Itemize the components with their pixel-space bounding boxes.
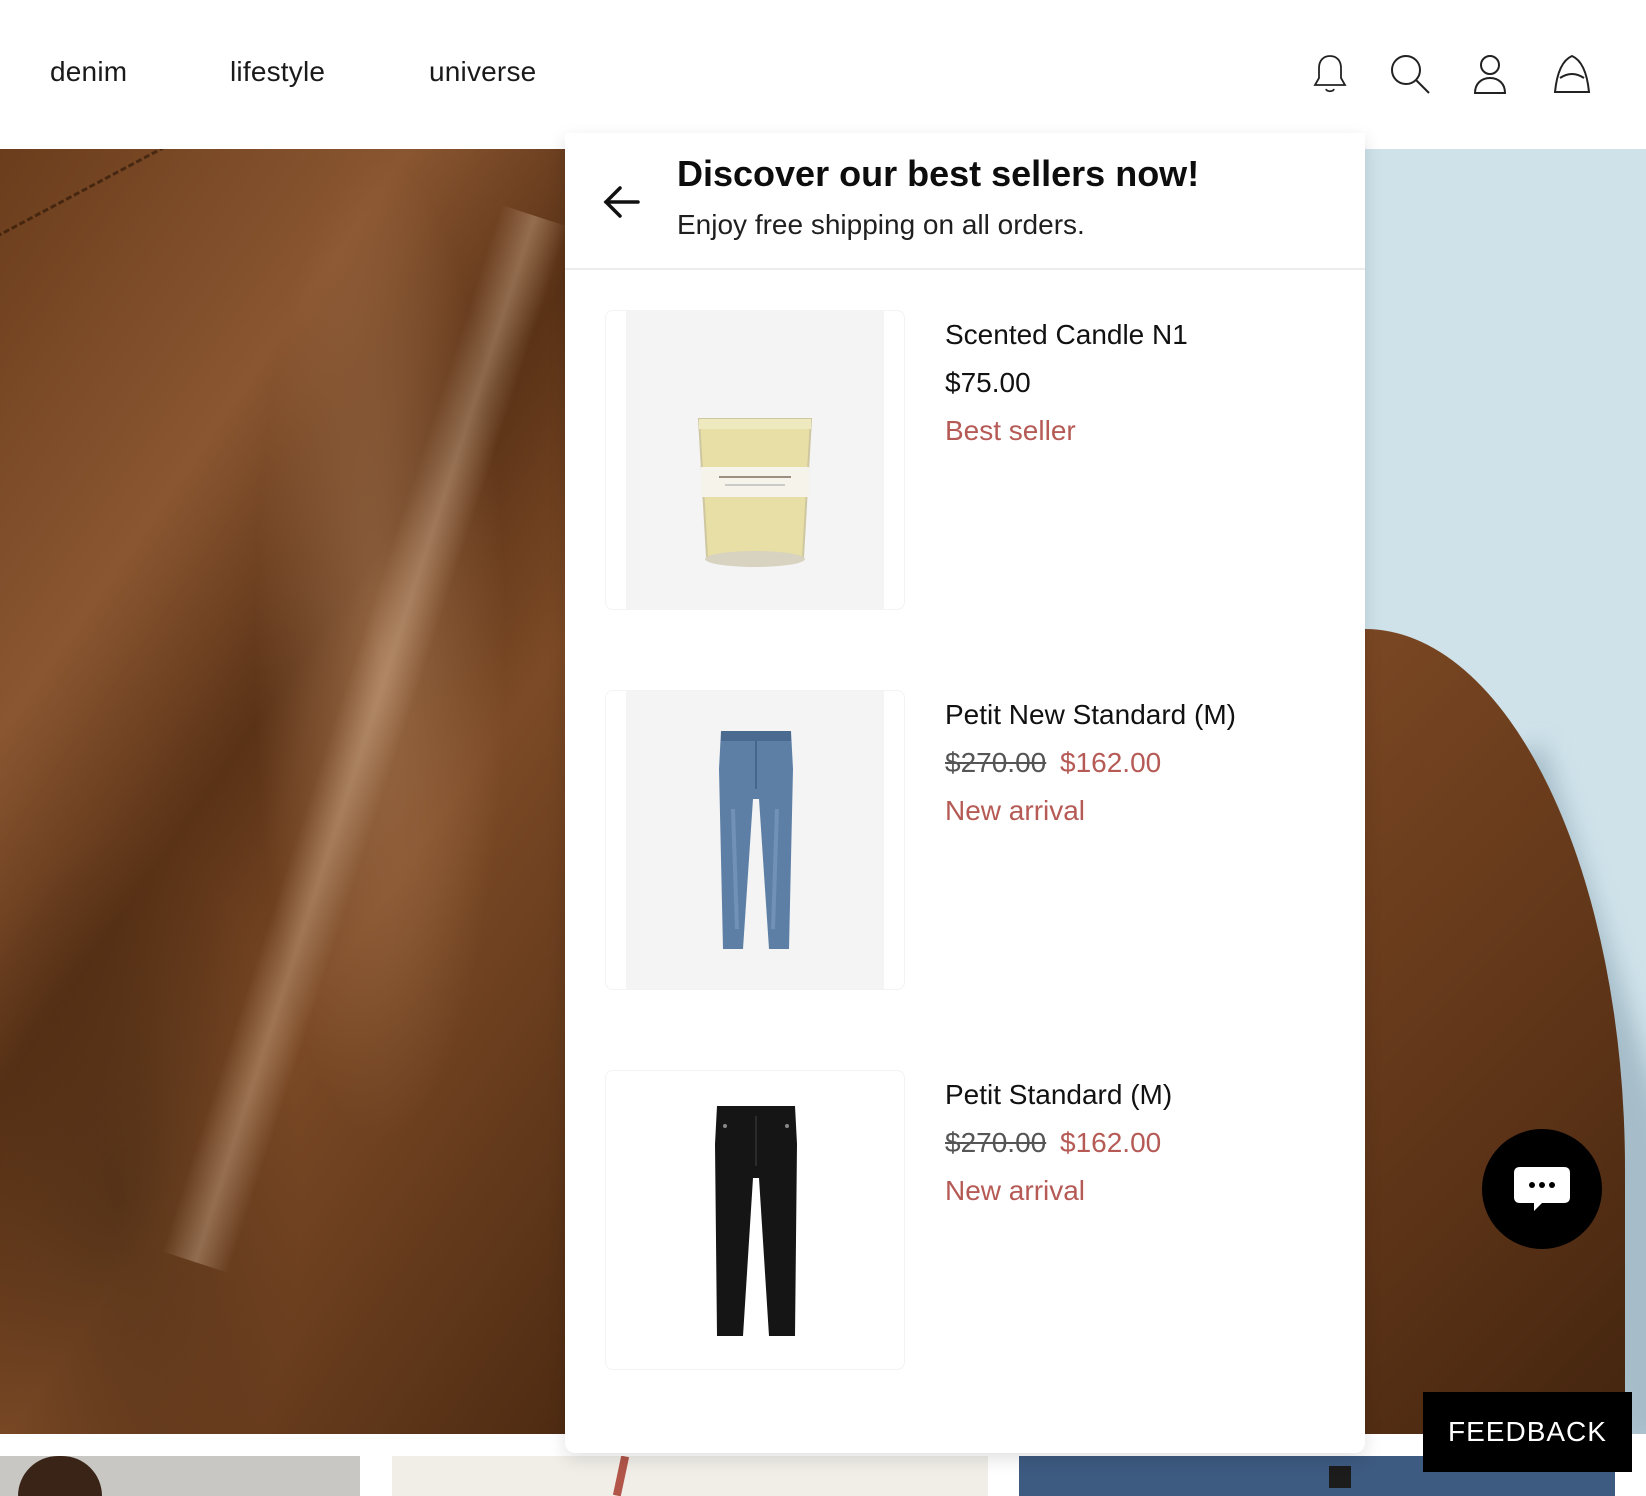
back-arrow-icon[interactable] [601, 181, 643, 223]
nav-link-lifestyle[interactable]: lifestyle [230, 56, 325, 88]
product-price: $75.00 [945, 366, 1188, 400]
nav-link-denim[interactable]: denim [50, 56, 127, 88]
product-image-blue-jeans[interactable] [605, 690, 905, 990]
product-price: $270.00 $162.00 [945, 1126, 1172, 1160]
chat-button[interactable] [1482, 1129, 1602, 1249]
site-header: denim lifestyle universe [0, 0, 1646, 149]
panel-title: Discover our best sellers now! [677, 153, 1200, 194]
product-sale-price: $162.00 [1060, 1127, 1162, 1158]
product-name[interactable]: Petit New Standard (M) [945, 698, 1236, 732]
panel-header: Discover our best sellers now! Enjoy fre… [565, 133, 1365, 270]
product-price: $270.00 $162.00 [945, 746, 1236, 780]
product-sale-price: $162.00 [1060, 747, 1162, 778]
hero-image-leather [0, 149, 565, 1434]
product-card[interactable]: Petit New Standard (M) $270.00 $162.00 N… [605, 690, 1365, 990]
user-icon[interactable] [1468, 52, 1512, 96]
hero-image-bag [1365, 149, 1646, 1434]
best-sellers-panel: Discover our best sellers now! Enjoy fre… [565, 133, 1365, 1453]
product-card[interactable]: Scented Candle N1 $75.00 Best seller [605, 310, 1365, 610]
product-badge: Best seller [945, 415, 1076, 446]
product-price-value: $75.00 [945, 367, 1031, 398]
search-icon[interactable] [1388, 52, 1432, 96]
chat-bubble-icon [1514, 1167, 1570, 1211]
product-image-black-jeans[interactable] [605, 1070, 905, 1370]
bag-icon[interactable] [1550, 52, 1594, 96]
nav-link-universe[interactable]: universe [429, 56, 536, 88]
thumbnail-bag[interactable] [392, 1456, 988, 1496]
product-image-candle[interactable] [605, 310, 905, 610]
product-name[interactable]: Scented Candle N1 [945, 318, 1188, 352]
feedback-button[interactable]: FEEDBACK [1423, 1392, 1632, 1472]
thumbnail-model[interactable] [0, 1456, 360, 1496]
product-original-price: $270.00 [945, 747, 1047, 778]
bell-icon[interactable] [1308, 52, 1352, 96]
product-card[interactable]: Petit Standard (M) $270.00 $162.00 New a… [605, 1070, 1365, 1370]
product-original-price: $270.00 [945, 1127, 1047, 1158]
product-badge: New arrival [945, 1175, 1086, 1206]
product-name[interactable]: Petit Standard (M) [945, 1078, 1172, 1112]
panel-subtitle: Enjoy free shipping on all orders. [677, 209, 1085, 240]
product-badge: New arrival [945, 795, 1086, 826]
